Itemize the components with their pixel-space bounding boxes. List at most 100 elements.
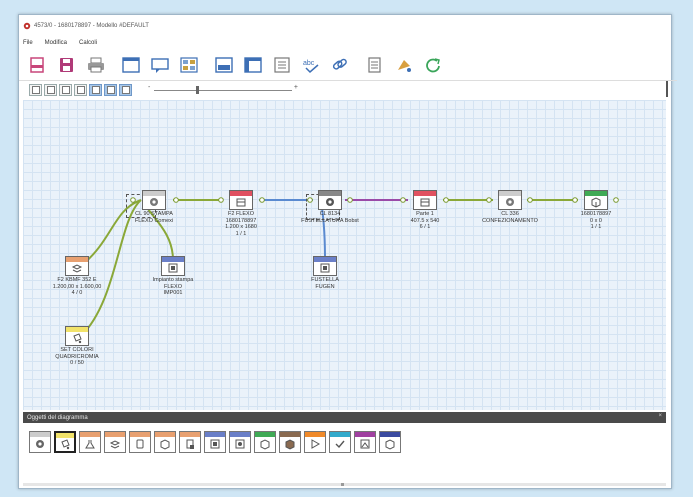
zoom-slider-thumb[interactable] — [196, 85, 199, 94]
app-logo-icon — [23, 22, 31, 30]
node-header — [143, 191, 165, 196]
refresh-button[interactable] — [420, 54, 446, 76]
node-header — [162, 257, 184, 262]
diagram-node-f2kbmf[interactable]: F2 KBMF 352 E 1.200,00 x 1.600,00 4 / 0 — [47, 256, 107, 297]
view-mode-button-2[interactable] — [44, 83, 57, 96]
list-window-button[interactable] — [269, 54, 295, 76]
palette-item-document[interactable] — [179, 431, 201, 453]
package-icon — [160, 438, 170, 450]
node-label: FUSTELLA FUGEN — [311, 277, 339, 290]
document-list-icon — [368, 57, 381, 73]
diagram-canvas[interactable]: CL 90 STAMPA FLEXO Comexi F2 FLEXO 16801… — [23, 100, 666, 410]
box-icon — [260, 438, 270, 450]
save-button[interactable] — [54, 54, 80, 76]
palette-item-box-green[interactable] — [254, 431, 276, 453]
node-header — [585, 191, 607, 196]
view-mode-button-1[interactable] — [29, 83, 42, 96]
node-header — [314, 257, 336, 262]
diagram-node-cl8134[interactable]: CL 8134 FUSTELLATURA Bobst — [300, 190, 360, 224]
diagram-node-f2flexo[interactable]: F2 FLEXO 1680178897 1.200 x 1680 1 / 1 — [211, 190, 271, 237]
zoom-slider[interactable]: - + — [148, 84, 298, 96]
palette-item-image[interactable] — [354, 431, 376, 453]
horizontal-scrollbar[interactable] — [23, 483, 666, 486]
window-button[interactable] — [118, 54, 144, 76]
palette-item-paint-bucket[interactable] — [54, 431, 76, 453]
gear-icon — [326, 198, 334, 206]
menu-modifica[interactable]: Modifica — [45, 40, 67, 46]
roll-icon — [136, 439, 144, 448]
new-document-button[interactable] — [25, 54, 51, 76]
node-label: 1680178897 0 x 0 1 / 1 — [580, 211, 612, 230]
panel-button[interactable] — [211, 54, 237, 76]
window-icon — [122, 57, 140, 73]
image-grid-icon — [180, 57, 198, 73]
diagram-node-final-product[interactable]: 1680178897 0 x 0 1 / 1 — [566, 190, 626, 231]
palette-item-stack[interactable] — [104, 431, 126, 453]
stack-icon — [109, 439, 121, 449]
palette-item-box-navy[interactable] — [379, 431, 401, 453]
check-icon — [335, 440, 345, 448]
node-header — [319, 191, 341, 196]
objects-palette — [23, 423, 666, 461]
refresh-icon — [426, 58, 440, 73]
paste-icon — [61, 85, 70, 94]
diagram-node-cl90[interactable]: CL 90 STAMPA FLEXO Comexi — [124, 190, 184, 224]
print-button[interactable] — [83, 54, 109, 76]
node-label: CL 90 STAMPA FLEXO Comexi — [134, 211, 174, 224]
document-list-button[interactable] — [362, 54, 388, 76]
palette-item-play[interactable] — [304, 431, 326, 453]
paint-bucket-icon — [73, 333, 82, 344]
palette-item-check[interactable] — [329, 431, 351, 453]
box-icon — [591, 197, 601, 208]
view-mode-button-6[interactable] — [104, 83, 117, 96]
palette-item-box-brown[interactable] — [279, 431, 301, 453]
palette-item-plate-2[interactable] — [229, 431, 251, 453]
paint-bucket-icon — [61, 438, 70, 449]
diagram-node-cl336[interactable]: CL 336 CONFEZIONAMENTO — [480, 190, 540, 224]
diagram-node-impianto[interactable]: Impianto stampa FLEXO IMP001 — [143, 256, 203, 297]
window-icon — [31, 85, 40, 94]
menu-bar: File Modifica Calcoli — [19, 37, 675, 49]
zoom-slider-track — [154, 89, 292, 91]
view-mode-button-5[interactable] — [89, 83, 102, 96]
menu-file[interactable]: File — [23, 40, 33, 46]
palette-item-plate-1[interactable] — [204, 431, 226, 453]
palette-item-package[interactable] — [154, 431, 176, 453]
close-icon[interactable]: × — [658, 413, 662, 419]
node-header — [230, 191, 252, 196]
title-bar: 4573/0 - 1680178897 - Modello #DEFAULT — [19, 15, 675, 37]
image-grid-button[interactable] — [176, 54, 202, 76]
node-header — [499, 191, 521, 196]
link-button[interactable] — [327, 54, 353, 76]
table-button[interactable] — [240, 54, 266, 76]
menu-calcoli[interactable]: Calcoli — [79, 40, 97, 46]
view-mode-button-7[interactable] — [119, 83, 132, 96]
node-header — [66, 257, 88, 262]
new-document-icon — [30, 57, 44, 73]
document-icon — [186, 439, 194, 449]
paint-button[interactable] — [391, 54, 417, 76]
main-toolbar: abc — [19, 50, 677, 81]
box-icon — [385, 438, 395, 450]
link-icon — [332, 58, 347, 70]
palette-item-roll[interactable] — [129, 431, 151, 453]
zoom-out-label: - — [148, 83, 151, 91]
table-icon — [244, 57, 262, 73]
chat-button[interactable] — [147, 54, 173, 76]
gear-icon — [36, 439, 44, 448]
palette-item-gear[interactable] — [29, 431, 51, 453]
diagram-node-setcolori[interactable]: SET COLORI QUADRICROMIA 0 / 50 — [47, 326, 107, 367]
node-label: F2 KBMF 352 E 1.200,00 x 1.600,00 4 / 0 — [52, 277, 102, 296]
view-mode-button-3[interactable] — [59, 83, 72, 96]
node-header — [66, 327, 88, 332]
diagram-node-parte1[interactable]: Parte 1 407.5 x 540 6 / 1 — [395, 190, 455, 231]
layout-icon — [106, 85, 115, 94]
diagram-node-fustella[interactable]: FUSTELLA FUGEN — [295, 256, 355, 290]
chat-icon — [151, 58, 169, 73]
toolbar-divider — [666, 81, 668, 97]
view-mode-button-4[interactable] — [74, 83, 87, 96]
node-header — [414, 191, 436, 196]
spellcheck-button[interactable]: abc — [298, 54, 324, 76]
scrollbar-thumb[interactable] — [341, 483, 344, 486]
palette-item-flask[interactable] — [79, 431, 101, 453]
